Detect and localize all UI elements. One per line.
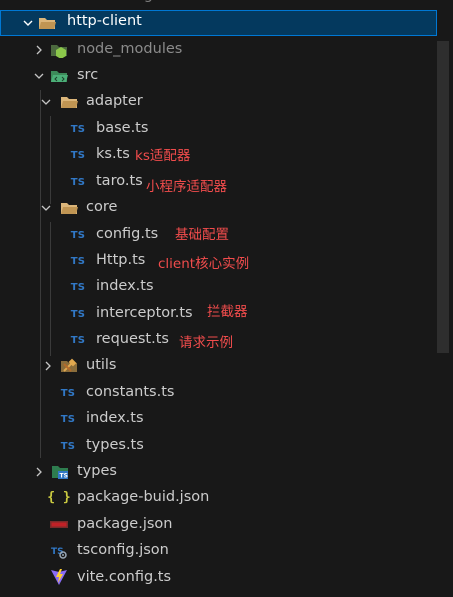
tree-item-label: request.ts: [96, 331, 169, 347]
tree-item-core-index-ts[interactable]: TS index.ts: [0, 274, 437, 300]
tree-item-label: tsconfig.json: [77, 542, 169, 558]
tree-item-label: utils: [86, 357, 117, 373]
src-folder-icon: [50, 68, 68, 84]
typescript-file-icon: TS: [70, 308, 86, 320]
tree-item-src[interactable]: src: [0, 63, 437, 89]
typescript-file-icon: TS: [70, 281, 86, 293]
vertical-scrollbar[interactable]: [437, 41, 449, 353]
tree-item-http-client[interactable]: http-client: [0, 10, 437, 36]
folder-open-icon: [60, 200, 78, 216]
annotation-http: client核心实例: [158, 256, 250, 272]
tree-item-label: http-client: [67, 13, 142, 29]
annotation-ks: ks适配器: [135, 148, 191, 164]
typescript-file-icon: TS: [70, 255, 86, 267]
tree-item-label: eslint-config: [64, 0, 153, 3]
chevron-down-icon: [40, 96, 52, 108]
json-file-icon: { }: [47, 489, 71, 505]
utils-folder-icon: [60, 358, 78, 374]
node-folder-icon: [50, 42, 68, 58]
file-explorer-tree: eslint-config http-client node_modules s…: [0, 0, 453, 597]
tree-item-eslint-config[interactable]: eslint-config: [0, 0, 437, 6]
tsconfig-file-icon: TS: [50, 543, 68, 559]
svg-text:TS: TS: [60, 473, 68, 480]
annotation-taro: 小程序适配器: [146, 179, 227, 195]
tree-item-label: package-buid.json: [77, 489, 210, 505]
tree-item-label: adapter: [86, 93, 143, 109]
tree-item-label: constants.ts: [86, 384, 175, 400]
tree-item-label: node_modules: [77, 41, 183, 57]
tree-item-base-ts[interactable]: TS base.ts: [0, 116, 437, 142]
chevron-down-icon: [40, 202, 52, 214]
tree-item-label: core: [86, 199, 118, 215]
tree-item-label: types: [77, 463, 117, 479]
chevron-down-icon: [33, 70, 45, 82]
typescript-file-icon: TS: [70, 149, 86, 161]
tree-item-constants-ts[interactable]: TS constants.ts: [0, 380, 437, 406]
chevron-down-icon: [22, 17, 34, 29]
tree-item-tsconfig-json[interactable]: TS tsconfig.json: [0, 538, 437, 564]
annotation-config: 基础配置: [175, 227, 229, 243]
tree-item-label: config.ts: [96, 226, 159, 242]
typescript-file-icon: TS: [60, 440, 76, 452]
tree-item-package-json[interactable]: package.json: [0, 512, 437, 538]
tree-item-utils[interactable]: utils: [0, 353, 437, 379]
tree-item-label: ks.ts: [96, 146, 130, 162]
tree-item-adapter[interactable]: adapter: [0, 89, 437, 115]
chevron-right-icon: [33, 44, 45, 56]
tree-item-label: types.ts: [86, 437, 144, 453]
chevron-right-icon: [42, 360, 54, 372]
typescript-file-icon: TS: [70, 334, 86, 346]
tree-item-label: vite.config.ts: [77, 569, 172, 585]
typescript-file-icon: TS: [70, 229, 86, 241]
tree-item-label: index.ts: [96, 278, 154, 294]
npm-file-icon: [50, 517, 68, 533]
tree-item-vite-config-ts[interactable]: vite.config.ts: [0, 565, 437, 591]
tree-item-label: taro.ts: [96, 173, 143, 189]
tree-item-types-ts[interactable]: TS types.ts: [0, 433, 437, 459]
types-folder-icon: TS: [51, 464, 69, 480]
typescript-file-icon: TS: [70, 123, 86, 135]
chevron-right-icon: [33, 466, 45, 478]
typescript-file-icon: TS: [60, 387, 76, 399]
tree-item-package-buid-json[interactable]: { } package-buid.json: [0, 485, 437, 511]
tree-item-label: package.json: [77, 516, 173, 532]
tree-item-ks-ts[interactable]: TS ks.ts: [0, 142, 437, 168]
tree-item-src-index-ts[interactable]: TS index.ts: [0, 406, 437, 432]
tree-item-node-modules[interactable]: node_modules: [0, 37, 437, 63]
tree-item-label: src: [77, 67, 99, 83]
tree-item-core[interactable]: core: [0, 195, 437, 221]
folder-open-icon: [38, 15, 56, 31]
typescript-file-icon: TS: [70, 176, 86, 188]
tree-item-label: base.ts: [96, 120, 149, 136]
tree-item-label: index.ts: [86, 410, 144, 426]
annotation-interceptor: 拦截器: [207, 304, 248, 320]
tree-item-label: interceptor.ts: [96, 305, 193, 321]
annotation-request: 请求示例: [179, 335, 233, 351]
vite-icon: [50, 569, 68, 585]
typescript-file-icon: TS: [60, 413, 76, 425]
tree-item-label: Http.ts: [96, 252, 146, 268]
tree-item-types-folder[interactable]: TS types: [0, 459, 437, 485]
folder-open-icon: [60, 94, 78, 110]
